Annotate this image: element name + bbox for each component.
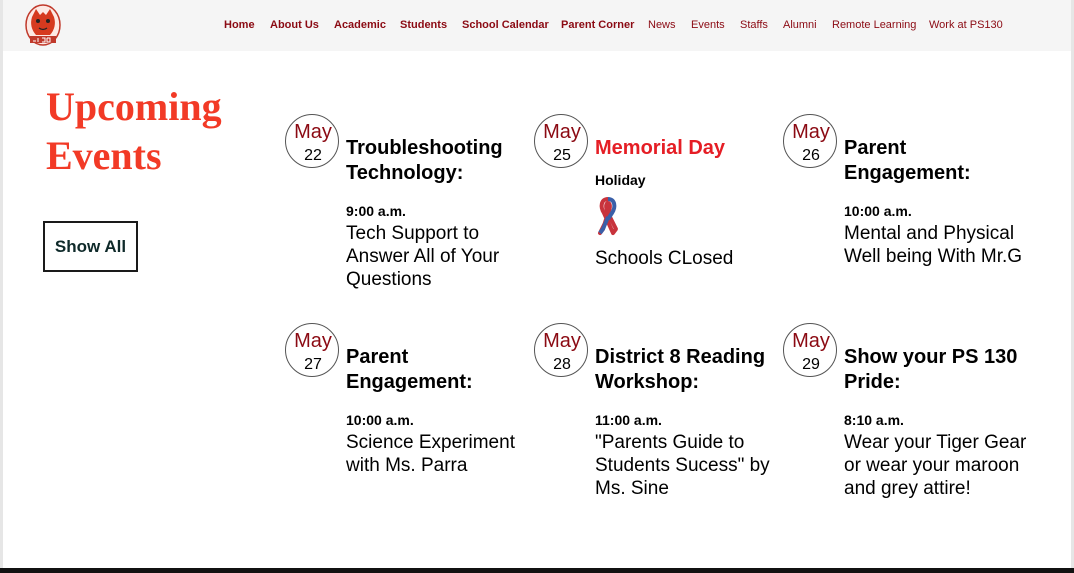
- nav-events[interactable]: Events: [691, 19, 725, 31]
- event-day: 28: [553, 356, 571, 373]
- event-date-badge: May 26: [783, 114, 837, 168]
- nav-about-us[interactable]: About Us: [270, 19, 319, 31]
- event-month: May: [543, 330, 581, 352]
- event-time: 11:00 a.m.: [595, 412, 662, 428]
- event-title[interactable]: Parent Engagement:: [844, 136, 1029, 186]
- section-title: Upcoming Events: [46, 84, 222, 178]
- nav-students[interactable]: Students: [400, 19, 447, 31]
- nav-academic[interactable]: Academic: [334, 19, 386, 31]
- nav-school-calendar[interactable]: School Calendar: [462, 19, 549, 31]
- nav-home[interactable]: Home: [224, 19, 255, 31]
- event-description: Wear your Tiger Gear or wear your maroon…: [844, 432, 1027, 499]
- nav-remote-learning[interactable]: Remote Learning: [832, 19, 916, 31]
- event-month: May: [792, 330, 830, 352]
- nav-work-at-ps130[interactable]: Work at PS130: [929, 19, 1003, 31]
- page-border-left: [0, 0, 3, 573]
- event-category: Holiday: [595, 172, 646, 188]
- event-month: May: [543, 121, 581, 143]
- event-time: 9:00 a.m.: [346, 203, 406, 219]
- event-description: Mental and Physical Well being With Mr.G: [844, 223, 1023, 267]
- nav-staffs[interactable]: Staffs: [740, 19, 768, 31]
- event-month: May: [294, 330, 332, 352]
- event-time: 10:00 a.m.: [844, 203, 912, 219]
- event-time: 10:00 a.m.: [346, 412, 414, 428]
- event-month: May: [792, 121, 830, 143]
- event-day: 27: [304, 356, 322, 373]
- event-title[interactable]: Memorial Day: [595, 136, 780, 161]
- event-date-badge: May 28: [534, 323, 588, 377]
- ps130-tiger-logo-icon[interactable]: [24, 3, 62, 47]
- event-time: 8:10 a.m.: [844, 412, 904, 428]
- event-description: Schools CLosed: [595, 248, 734, 269]
- event-description: Science Experiment with Ms. Parra: [346, 432, 515, 476]
- event-title[interactable]: Show your PS 130 Pride:: [844, 345, 1029, 395]
- event-title[interactable]: Troubleshooting Technology:: [346, 136, 531, 186]
- event-date-badge: May 22: [285, 114, 339, 168]
- event-month: May: [294, 121, 332, 143]
- show-all-button[interactable]: Show All: [43, 221, 138, 272]
- event-day: 25: [553, 147, 571, 164]
- event-day: 26: [802, 147, 820, 164]
- event-title[interactable]: Parent Engagement:: [346, 345, 531, 395]
- event-date-badge: May 29: [783, 323, 837, 377]
- nav-parent-corner[interactable]: Parent Corner: [561, 19, 634, 31]
- site-header: Home About Us Academic Students School C…: [0, 0, 1074, 51]
- footer-divider: [0, 568, 1074, 573]
- nav-news[interactable]: News: [648, 19, 676, 31]
- event-description: "Parents Guide to Students Sucess" by Ms…: [595, 432, 770, 499]
- event-day: 29: [802, 356, 820, 373]
- event-date-badge: May 27: [285, 323, 339, 377]
- event-date-badge: May 25: [534, 114, 588, 168]
- event-description: Tech Support to Answer All of Your Quest…: [346, 223, 500, 290]
- ribbon-icon: [598, 197, 618, 235]
- event-title[interactable]: District 8 Reading Workshop:: [595, 345, 780, 395]
- nav-alumni[interactable]: Alumni: [783, 19, 817, 31]
- event-day: 22: [304, 147, 322, 164]
